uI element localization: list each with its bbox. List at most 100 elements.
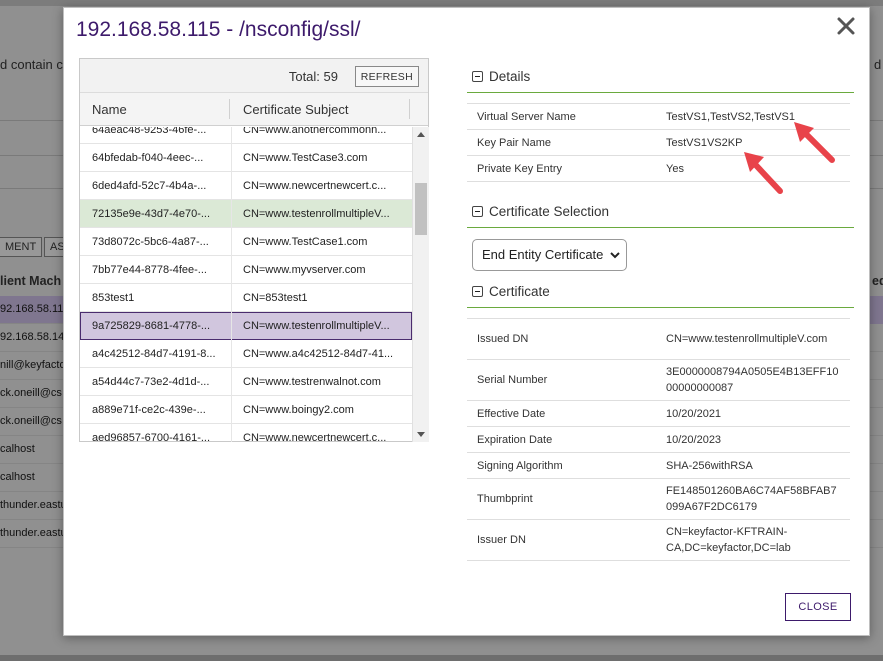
cell-divider — [231, 368, 232, 396]
detail-key: Expiration Date — [467, 426, 656, 453]
annotation-arrow-icon — [794, 122, 835, 163]
cell-divider — [231, 284, 232, 312]
cell-divider — [231, 228, 232, 256]
table-row[interactable]: a54d44c7-73e2-4d1d-... CN=www.testrenwaln… — [80, 368, 412, 396]
detail-value: 10/20/2021 — [656, 400, 850, 427]
detail-row: Serial Number 3E0000008794A0505E4B13EFF10… — [467, 359, 850, 401]
details-title: Details — [489, 69, 531, 84]
grid-scrollbar[interactable] — [412, 127, 429, 442]
detail-key: Signing Algorithm — [467, 452, 656, 479]
collapse-toggle-icon[interactable] — [472, 206, 483, 217]
cell-name: 7bb77e44-8778-4fee-... — [92, 264, 207, 276]
cell-name: 73d8072c-5bc6-4a87-... — [92, 236, 209, 248]
cell-divider — [231, 127, 232, 144]
detail-value: 3E0000008794A0505E4B13EFF1000000000087 — [656, 359, 850, 401]
annotation-arrow-icon — [744, 152, 783, 194]
table-row-selected[interactable]: 9a725829-8681-4778-... CN=www.testenrollm… — [80, 312, 412, 340]
detail-key: Issuer DN — [467, 519, 656, 561]
detail-row: Effective Date 10/20/2021 — [467, 400, 850, 427]
table-row[interactable]: aed96857-6700-4161-... CN=www.newcertnewc… — [80, 424, 412, 442]
column-separator — [229, 99, 230, 119]
cell-name: 64aeac48-9253-46fe-... — [92, 127, 207, 136]
cell-subject: CN=www.anothercommonn... — [243, 127, 387, 136]
column-header-certificate-subject[interactable]: Certificate Subject — [243, 102, 349, 117]
modal-title: 192.168.58.115 - /nsconfig/ssl/ — [76, 18, 361, 41]
table-row[interactable]: 853test1 CN=853test1 — [80, 284, 412, 312]
scroll-down-arrow-icon[interactable] — [417, 432, 425, 437]
background-button: MENT — [0, 237, 43, 257]
scroll-up-arrow-icon[interactable] — [417, 132, 425, 137]
cell-name: a889e71f-ce2c-439e-... — [92, 404, 206, 416]
cell-subject: CN=www.newcertnewcert.c... — [243, 180, 387, 192]
refresh-button[interactable]: REFRESH — [354, 66, 419, 87]
detail-row: Issuer DN CN=keyfactor-KFTRAIN-CA,DC=keyf… — [467, 519, 850, 561]
background-topbar — [0, 0, 883, 6]
collapse-toggle-icon[interactable] — [472, 71, 483, 82]
grid-toolbar: Total: 59 REFRESH — [80, 59, 428, 93]
background-text: d contain c — [0, 57, 63, 72]
section-divider — [467, 307, 854, 308]
collapse-toggle-icon[interactable] — [472, 286, 483, 297]
cell-subject: CN=www.TestCase1.com — [243, 236, 368, 248]
background-column-header-right: ed — [872, 274, 883, 288]
scroll-thumb[interactable] — [415, 183, 427, 235]
cell-subject: CN=www.a4c42512-84d7-41... — [243, 348, 394, 360]
table-row[interactable]: 73d8072c-5bc6-4a87-... CN=www.TestCase1.c… — [80, 228, 412, 256]
background-column-header: lient Mach — [0, 274, 62, 288]
table-row[interactable]: 64aeac48-9253-46fe-... CN=www.anothercomm… — [80, 127, 412, 144]
close-x-icon[interactable] — [835, 15, 857, 37]
detail-key: Serial Number — [467, 359, 656, 401]
chevron-down-icon — [610, 252, 620, 259]
grid-body: 64aeac48-9253-46fe-... CN=www.anothercomm… — [80, 127, 412, 442]
certificate-selection-dropdown[interactable]: End Entity Certificate — [472, 239, 627, 271]
detail-row: Thumbprint FE148501260BA6C74AF58BFAB7099A… — [467, 478, 850, 520]
background-bottom-bar — [0, 655, 883, 661]
cell-divider — [231, 256, 232, 284]
table-row[interactable]: 6ded4afd-52c7-4b4a-... CN=www.newcertnewc… — [80, 172, 412, 200]
certificate-grid: Total: 59 REFRESH Name Certificate Subje… — [79, 58, 429, 442]
detail-key: Thumbprint — [467, 478, 656, 520]
background-row-highlight-right — [869, 296, 883, 324]
cell-name: aed96857-6700-4161-... — [92, 432, 211, 442]
certificate-selection-title: Certificate Selection — [489, 204, 610, 219]
detail-key: Effective Date — [467, 400, 656, 427]
cell-name: 64bfedab-f040-4eec-... — [92, 152, 204, 164]
cell-name: 72135e9e-43d7-4e70-... — [92, 208, 211, 220]
table-row[interactable]: 7bb77e44-8778-4fee-... CN=www.myvserver.c… — [80, 256, 412, 284]
background-text-right: d — [874, 57, 882, 72]
detail-value: 10/20/2023 — [656, 426, 850, 453]
detail-row: Signing Algorithm SHA-256withRSA — [467, 452, 850, 479]
detail-key: Issued DN — [467, 318, 656, 360]
cell-divider — [231, 340, 232, 368]
cell-divider — [231, 424, 232, 442]
certificate-title: Certificate — [489, 284, 550, 299]
cell-name: 9a725829-8681-4778-... — [92, 320, 211, 332]
cell-divider — [231, 172, 232, 200]
detail-key: Key Pair Name — [467, 129, 656, 156]
column-separator — [409, 99, 410, 119]
total-count: Total: 59 — [288, 69, 338, 84]
cell-divider — [231, 396, 232, 424]
cell-divider — [231, 200, 232, 228]
cell-subject: CN=853test1 — [243, 292, 308, 304]
details-section-header[interactable]: Details — [472, 69, 530, 84]
cell-divider — [231, 312, 232, 340]
cell-name: a4c42512-84d7-4191-8... — [92, 348, 216, 360]
certificate-section-header[interactable]: Certificate — [472, 284, 550, 299]
table-row[interactable]: 64bfedab-f040-4eec-... CN=www.TestCase3.c… — [80, 144, 412, 172]
cell-subject: CN=www.testenrollmultipleV... — [243, 208, 390, 220]
cell-subject: CN=www.newcertnewcert.c... — [243, 432, 387, 442]
table-row[interactable]: a889e71f-ce2c-439e-... CN=www.boingy2.com — [80, 396, 412, 424]
cell-name: a54d44c7-73e2-4d1d-... — [92, 376, 210, 388]
column-header-name[interactable]: Name — [92, 102, 127, 117]
cell-subject: CN=www.TestCase3.com — [243, 152, 368, 164]
dropdown-selected-value: End Entity Certificate — [482, 247, 604, 262]
detail-row: Issued DN CN=www.testenrollmultipleV.com — [467, 318, 850, 360]
certificate-selection-section-header[interactable]: Certificate Selection — [472, 204, 609, 219]
table-row-highlighted[interactable]: 72135e9e-43d7-4e70-... CN=www.testenrollm… — [80, 200, 412, 228]
cell-name: 6ded4afd-52c7-4b4a-... — [92, 180, 207, 192]
cell-subject: CN=www.boingy2.com — [243, 404, 354, 416]
table-row[interactable]: a4c42512-84d7-4191-8... CN=www.a4c42512-8… — [80, 340, 412, 368]
close-button[interactable]: CLOSE — [785, 593, 851, 621]
section-divider — [467, 92, 854, 93]
